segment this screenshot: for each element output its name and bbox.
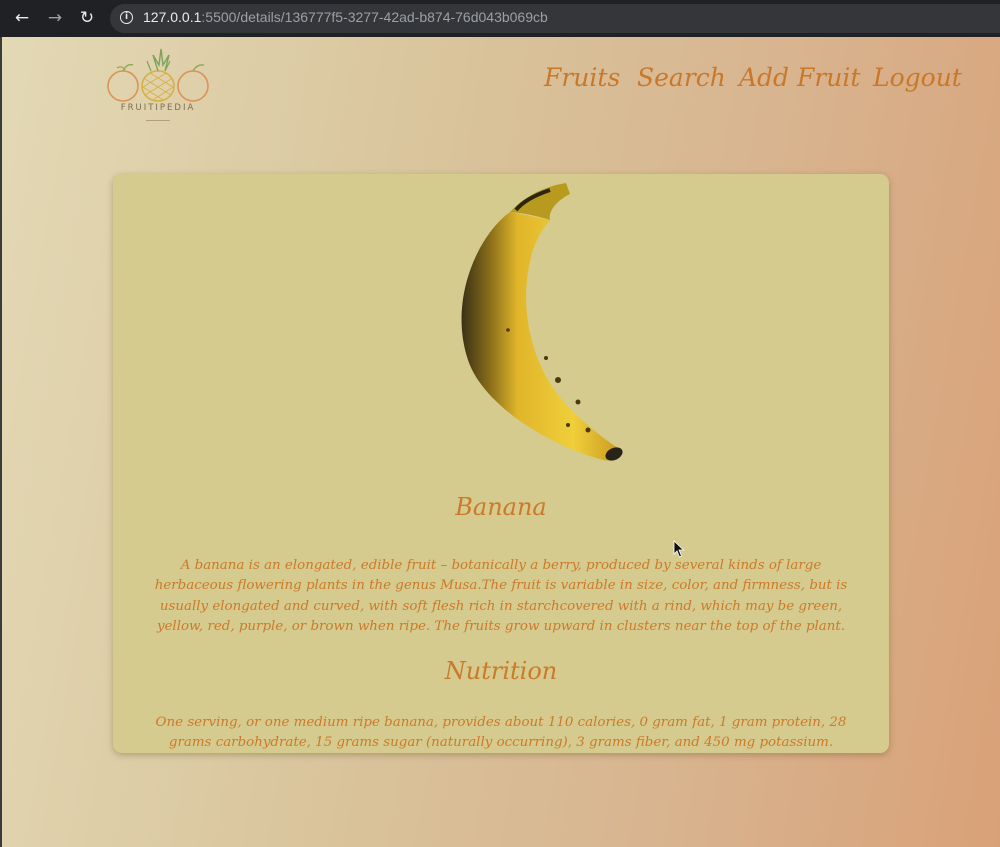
nutrition-text: One serving, or one medium ripe banana, … xyxy=(155,715,847,751)
url-host: 127.0.0.1 xyxy=(143,9,202,25)
mouse-cursor-icon xyxy=(673,540,685,558)
nutrition-heading: Nutrition xyxy=(444,657,558,685)
banana-image xyxy=(461,183,623,461)
nav-search[interactable]: Search xyxy=(637,63,726,92)
fruit-description: A banana is an elongated, edible fruit –… xyxy=(154,558,848,634)
reload-icon[interactable]: ↻ xyxy=(77,8,97,28)
info-icon[interactable]: i xyxy=(120,11,133,24)
page: FRUITIPEDIA Fruits Search Add Fruit Logo… xyxy=(0,37,1000,847)
fruitipedia-logo[interactable]: FRUITIPEDIA xyxy=(103,43,213,121)
fruit-logo-icon xyxy=(107,48,209,102)
fruit-name: Banana xyxy=(455,493,547,521)
fruit-details-card: Banana A banana is an elongated, edible … xyxy=(113,174,889,753)
nav-logout[interactable]: Logout xyxy=(873,63,962,92)
forward-arrow-icon[interactable]: → xyxy=(45,8,65,28)
nav-fruits[interactable]: Fruits xyxy=(544,63,620,92)
nav-add-fruit[interactable]: Add Fruit xyxy=(739,63,860,92)
logo-wordmark: FRUITIPEDIA xyxy=(120,103,196,113)
browser-toolbar: ← → ↻ i 127.0.0.1:5500/details/136777f5-… xyxy=(0,0,1000,37)
window-edge xyxy=(0,37,2,847)
url-path: :5500/details/136777f5-3277-42ad-b874-76… xyxy=(201,9,548,25)
back-arrow-icon[interactable]: ← xyxy=(12,8,32,28)
logo-underline xyxy=(146,120,170,121)
url-text: 127.0.0.1:5500/details/136777f5-3277-42a… xyxy=(143,9,548,25)
address-bar[interactable]: i 127.0.0.1:5500/details/136777f5-3277-4… xyxy=(110,4,1000,33)
